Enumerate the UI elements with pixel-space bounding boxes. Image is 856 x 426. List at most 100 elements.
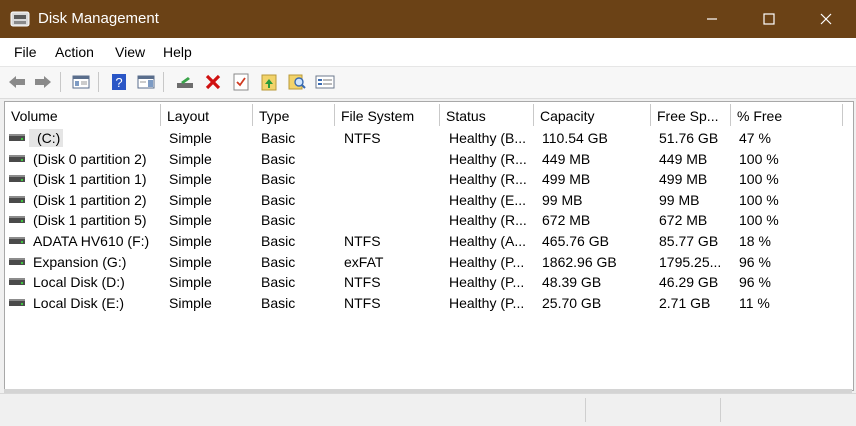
cell-free-space: 46.29 GB [659,274,719,291]
cell-type: Basic [261,294,296,311]
open-folder-button[interactable] [258,71,280,93]
console-tree-button[interactable] [70,71,92,93]
cell-capacity: 48.39 GB [542,274,602,291]
check-icon [233,73,249,91]
table-row[interactable]: (Disk 0 partition 2) Simple Basic Healthy (… [5,149,853,169]
column-header-volume[interactable]: Volume [5,104,161,126]
window-title: Disk Management [38,10,159,27]
properties-icon [315,75,335,89]
disk-volume-icon [9,134,25,141]
cell-percent-free: 100 % [739,212,779,229]
close-icon [820,13,832,25]
close-button[interactable] [797,0,855,38]
menu-help[interactable]: Help [163,44,192,60]
menu-action[interactable]: Action [55,44,94,60]
cell-status: Healthy (P... [449,294,525,311]
back-button[interactable] [6,71,28,93]
disk-management-icon [10,11,30,27]
title-bar: Disk Management [0,0,856,38]
cell-type: Basic [261,171,296,188]
table-row[interactable]: (Disk 1 partition 2) Simple Basic Healthy (… [5,190,853,210]
cell-volume: (Disk 1 partition 2) [33,191,147,208]
cell-file-system: NTFS [344,274,381,291]
column-header-status[interactable]: Status [440,104,534,126]
cell-type: Basic [261,233,296,249]
delete-icon [205,74,221,90]
cell-file-system: NTFS [344,294,381,311]
cell-capacity: 25.70 GB [542,294,602,311]
cell-layout: Simple [169,150,212,167]
cell-volume: (Disk 0 partition 2) [33,150,147,167]
cell-layout: Simple [169,212,212,229]
toolbar-separator [98,72,99,92]
connect-disk-button[interactable] [174,71,196,93]
disk-volume-icon [9,216,25,224]
cell-percent-free: 47 % [739,130,771,146]
cell-type: Basic [261,253,296,270]
cell-status: Healthy (P... [449,253,525,270]
cell-free-space: 85.77 GB [659,233,719,249]
cell-percent-free: 100 % [739,171,779,188]
column-header-type[interactable]: Type [253,104,335,126]
back-icon [9,76,25,88]
delete-button[interactable] [202,71,224,93]
cell-layout: Simple [169,191,212,208]
menu-file[interactable]: File [14,44,37,60]
table-row[interactable]: (Disk 1 partition 5) Simple Basic Healthy (… [5,210,853,230]
column-header-layout[interactable]: Layout [161,104,253,126]
cell-capacity: 465.76 GB [542,233,609,249]
cell-file-system: NTFS [344,233,381,249]
status-bar-divider [720,398,721,422]
cell-percent-free: 100 % [739,150,779,167]
toolbar-separator [163,72,164,92]
column-header-file-system[interactable]: File System [335,104,440,126]
svg-text:?: ? [115,75,122,90]
cell-layout: Simple [169,274,212,291]
cell-percent-free: 96 % [739,253,771,270]
volume-list[interactable]: Volume Layout Type File System Status Ca… [4,101,854,391]
cell-file-system [344,190,444,210]
maximize-icon [763,13,775,25]
column-header-free-space[interactable]: Free Sp... [651,104,731,126]
table-row[interactable]: ADATA HV610 (F:) Simple Basic NTFS Healthy (… [5,231,853,251]
toolbar-separator [60,72,61,92]
table-row[interactable]: Expansion (G:) Simple Basic exFAT Healthy (P… [5,252,853,272]
table-row[interactable]: (Disk 1 partition 1) Simple Basic Healthy (… [5,169,853,189]
forward-button[interactable] [32,71,54,93]
table-row[interactable]: (C:) Simple Basic NTFS Healthy (B... 110.54 G… [5,128,853,148]
column-header-percent-free[interactable]: % Free [731,104,843,126]
cell-status: Healthy (B... [449,130,527,146]
cell-percent-free: 100 % [739,191,779,208]
cell-percent-free: 11 % [739,294,770,311]
disk-volume-icon [9,257,25,265]
cell-volume: (Disk 1 partition 1) [33,171,147,188]
cell-volume: Expansion (G:) [33,253,127,270]
minimize-icon [707,18,717,20]
cell-free-space: 499 MB [659,171,708,188]
menu-view[interactable]: View [115,44,145,60]
check-button[interactable] [230,71,252,93]
console-tree-icon [72,75,90,89]
cell-layout: Simple [169,233,212,249]
cell-free-space: 2.71 GB [659,294,711,311]
connect-disk-icon [177,77,193,88]
cell-type: Basic [261,212,296,229]
cell-free-space: 449 MB [659,150,708,167]
cell-volume: ADATA HV610 (F:) [33,233,150,249]
column-header-capacity[interactable]: Capacity [534,104,651,126]
cell-type: Basic [261,191,296,208]
properties-pane-icon [137,75,155,89]
cell-layout: Simple [169,294,212,311]
properties-pane-button[interactable] [135,71,157,93]
cell-status: Healthy (R... [449,171,527,188]
maximize-button[interactable] [740,0,798,38]
list-header: Volume Layout Type File System Status Ca… [5,104,853,126]
properties-button[interactable] [314,71,336,93]
table-row[interactable]: Local Disk (D:) Simple Basic NTFS Healthy (P… [5,272,853,292]
table-row[interactable]: Local Disk (E:) Simple Basic NTFS Healthy (P… [5,293,853,313]
explore-icon [288,74,306,90]
cell-free-space: 1795.25... [659,253,722,270]
help-button[interactable]: ? [108,71,130,93]
explore-button[interactable] [286,71,308,93]
minimize-button[interactable] [683,0,741,38]
